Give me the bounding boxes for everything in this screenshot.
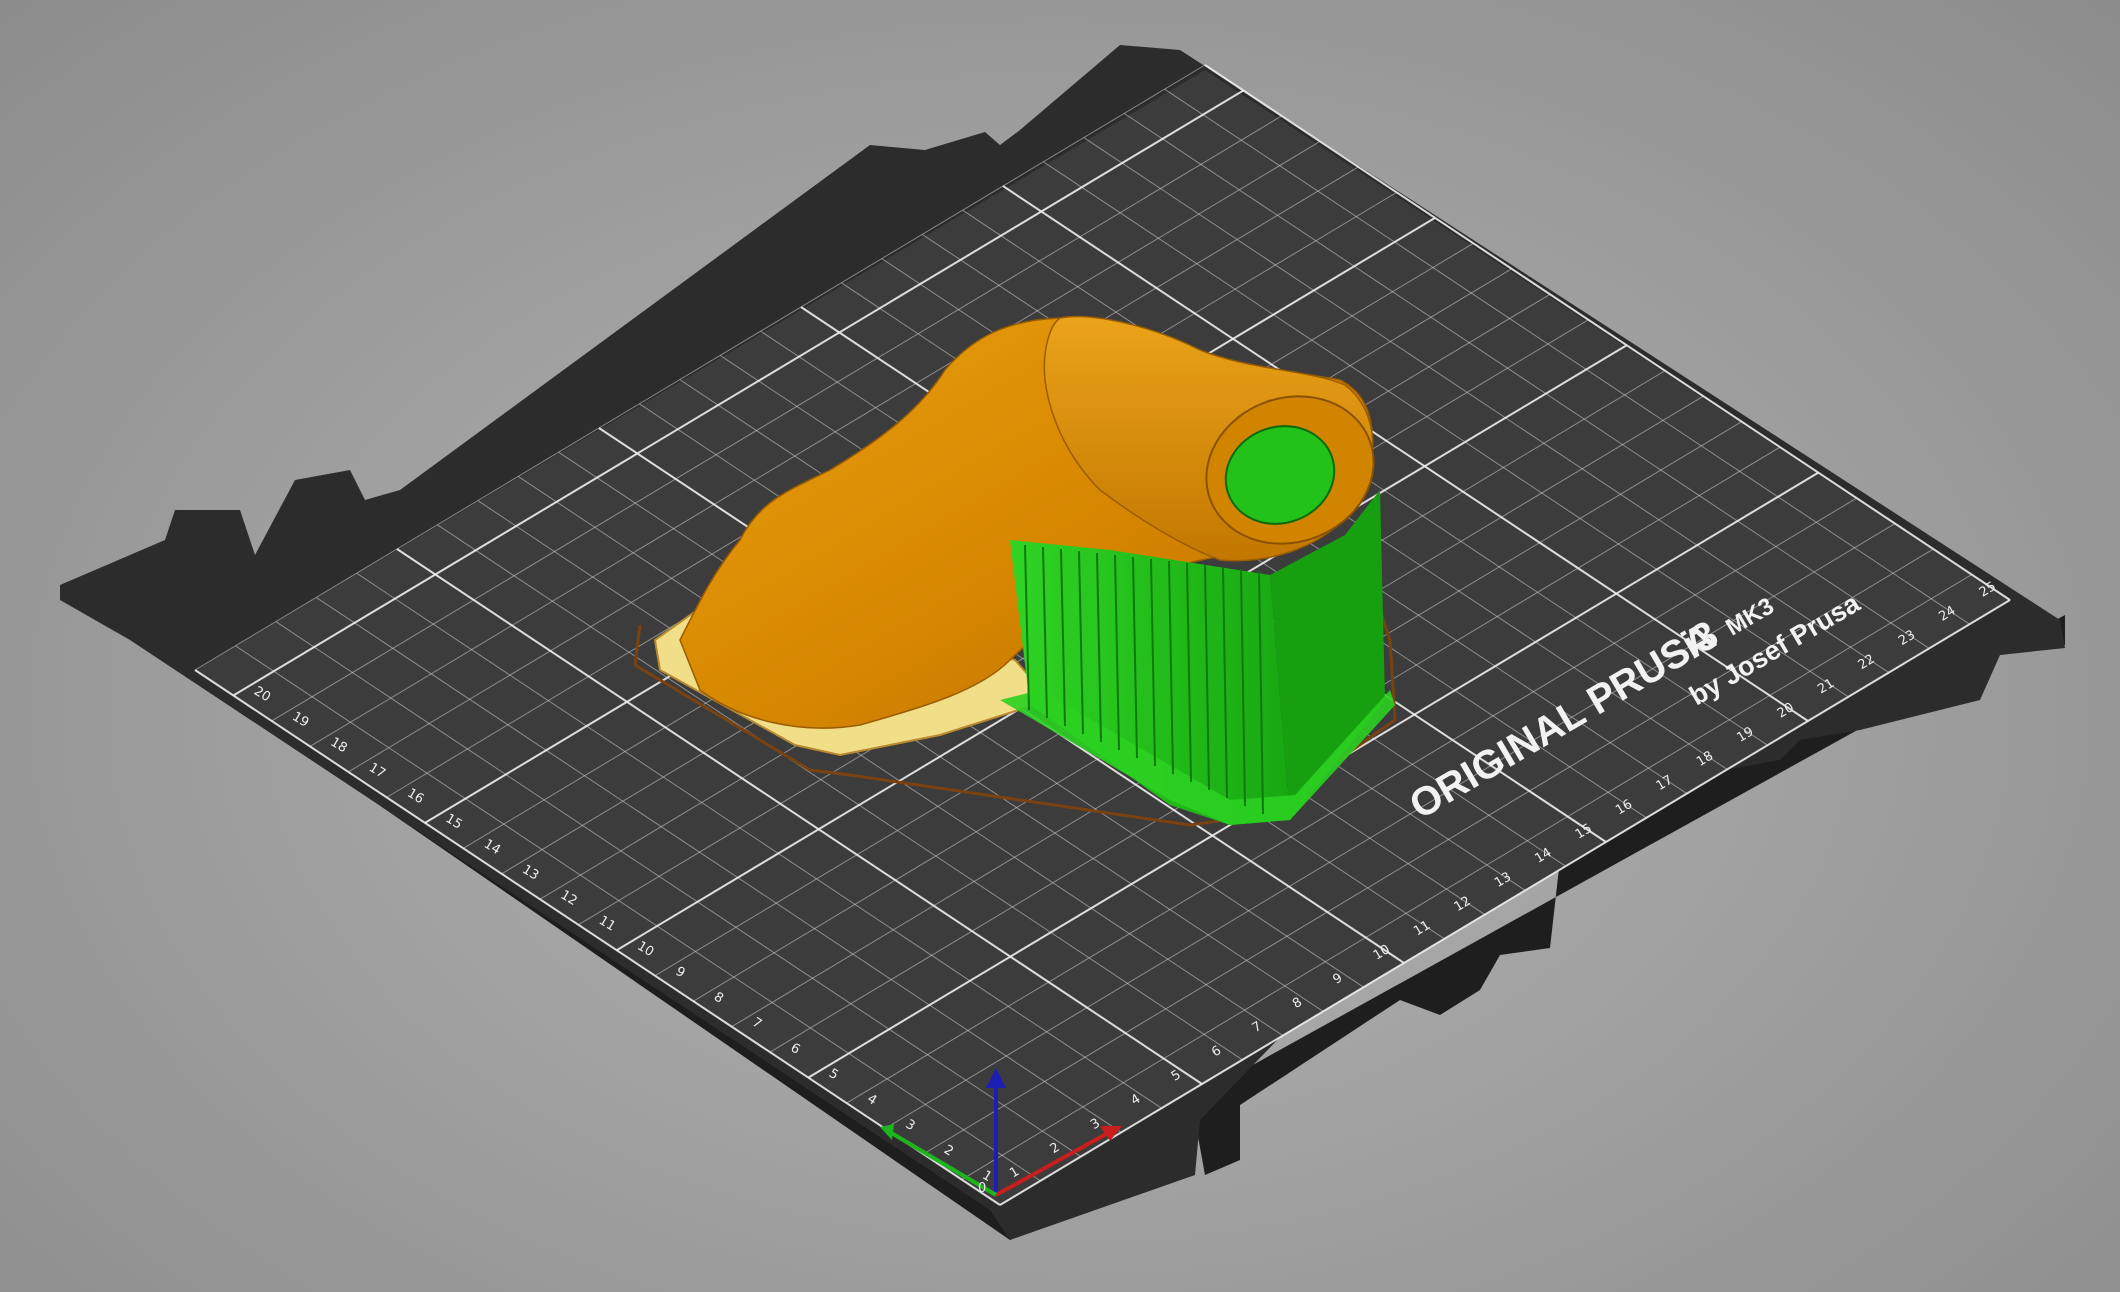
3d-viewport[interactable]: 1 2 3 4 5 6 7 8 9 10 11 12 13 14 15 16 17 18 19 20 21 22 23 24 2… [0, 0, 2120, 1292]
scene-canvas[interactable]: 1234567891011121314151617181920212223242… [0, 0, 2120, 1292]
origin-label: 0 [978, 1181, 986, 1196]
